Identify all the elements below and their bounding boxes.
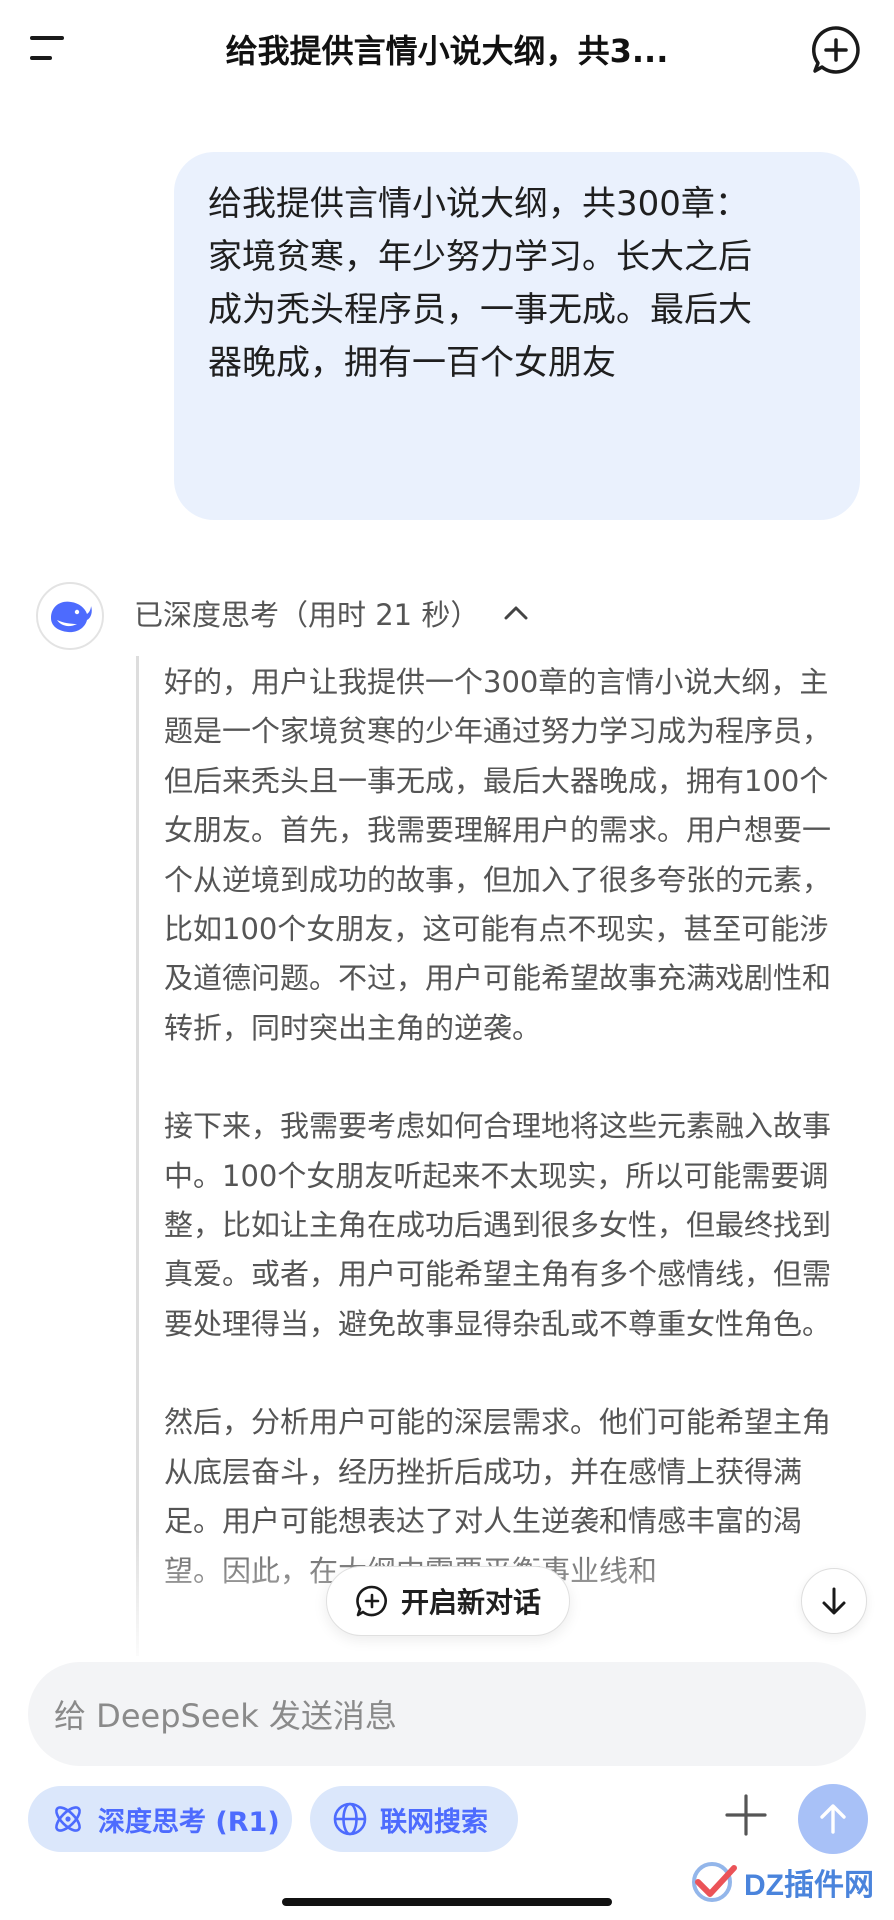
new-chat-label: 开启新对话	[400, 1586, 541, 1619]
deep-think-toggle[interactable]: 深度思考 (R1)	[28, 1786, 292, 1852]
deepseek-whale-icon	[51, 601, 92, 633]
home-indicator	[282, 1898, 612, 1906]
user-message-line: 给我提供言情小说大纲，共300章：	[208, 184, 749, 224]
deep-think-label: 深度思考 (R1)	[98, 1806, 280, 1838]
thinking-paragraph: 接下来，我需要考虑如何合理地将这些元素融入故事中。100个女朋友听起来不太现实，…	[164, 1109, 832, 1341]
thinking-status-label: 已深度思考（用时 21 秒）	[134, 598, 480, 632]
user-message-line: 器晚成，拥有一百个女朋友	[208, 343, 616, 383]
web-search-toggle[interactable]: 联网搜索	[310, 1786, 518, 1852]
arrow-up-icon	[820, 1804, 846, 1834]
menu-icon[interactable]	[30, 30, 80, 70]
message-input-placeholder: 给 DeepSeek 发送消息	[54, 1697, 397, 1735]
thinking-toggle[interactable]: 已深度思考（用时 21 秒）	[134, 590, 531, 636]
atom-icon	[55, 1806, 81, 1832]
message-input[interactable]: 给 DeepSeek 发送消息	[28, 1662, 866, 1766]
new-chat-icon	[356, 1585, 387, 1617]
arrow-down-icon	[822, 1587, 846, 1615]
chevron-up-icon	[504, 606, 528, 620]
scroll-to-bottom-button[interactable]	[801, 1568, 867, 1634]
top-bar: 给我提供言情小说大纲，共3...	[0, 0, 894, 100]
watermark-text: DZ插件网	[744, 1869, 874, 1902]
web-search-label: 联网搜索	[380, 1806, 488, 1838]
user-message-line: 家境贫寒，年少努力学习。长大之后	[208, 237, 752, 277]
globe-icon	[333, 1802, 367, 1836]
conversation-title: 给我提供言情小说大纲，共3...	[225, 32, 669, 70]
checkmark-logo-icon	[692, 1862, 737, 1902]
user-message-line: 成为秃头程序员，一事无成。最后大	[208, 290, 752, 330]
user-message-bubble: 给我提供言情小说大纲，共300章： 家境贫寒，年少努力学习。长大之后 成为秃头程…	[174, 152, 860, 520]
attach-plus-icon[interactable]	[724, 1793, 768, 1837]
send-button[interactable]	[798, 1784, 868, 1854]
site-watermark: DZ插件网	[690, 1852, 890, 1912]
thinking-quote-bar	[136, 656, 139, 1656]
new-chat-icon[interactable]	[810, 24, 862, 76]
new-chat-button[interactable]: 开启新对话	[326, 1566, 570, 1636]
thinking-content: 好的，用户让我提供一个300章的言情小说大纲，主题是一个家境贫寒的少年通过努力学…	[164, 658, 854, 1648]
thinking-paragraph: 好的，用户让我提供一个300章的言情小说大纲，主题是一个家境贫寒的少年通过努力学…	[164, 665, 832, 1045]
assistant-avatar	[36, 582, 104, 650]
